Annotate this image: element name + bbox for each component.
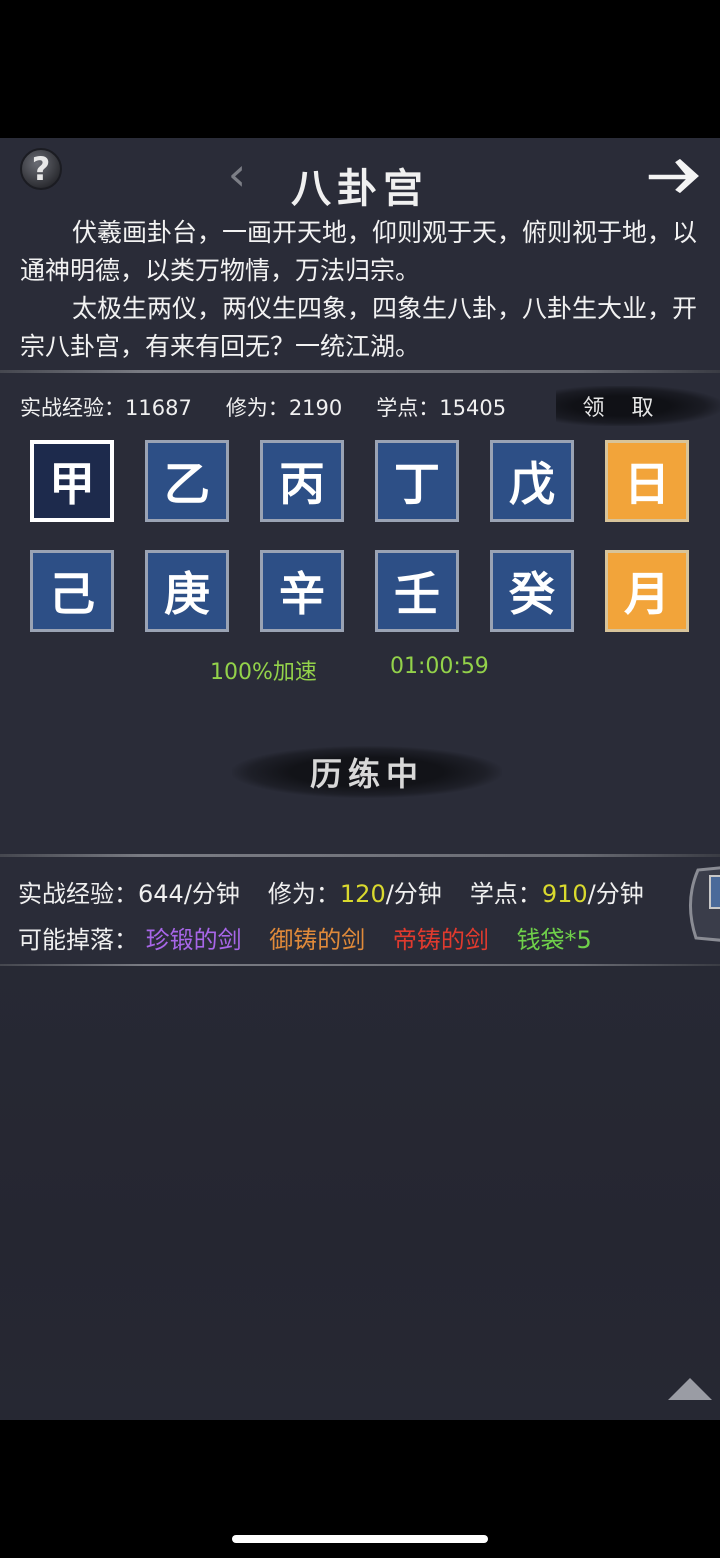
drop-item: 御铸的剑 [269,926,366,954]
cultivation-value: 2190 [288,396,343,420]
trigram-tile[interactable]: 辛 [260,550,344,632]
exp-label: 实战经验： [20,396,125,420]
description-paragraph-2: 太极生两仪，两仪生四象，四象生八卦，八卦生大业，开宗八卦宫，有来有回无？一统江湖… [20,294,698,361]
stats-row: 实战经验：11687 修为：2190 学点：15405 [20,392,506,422]
description: 伏羲画卦台，一画开天地，仰则观于天，俯则视于地，以通神明德，以类万物情，万法归宗… [20,214,700,366]
trigram-tile[interactable]: 月 [605,550,689,632]
cultivation-stat: 修为：2190 [226,392,342,422]
next-arrow-icon[interactable] [644,152,708,200]
trigram-tile[interactable]: 癸 [490,550,574,632]
scroll-tab-icon[interactable] [680,862,720,946]
drop-item: 钱袋*5 [516,926,592,954]
description-paragraph-1: 伏羲画卦台，一画开天地，仰则观于天，俯则视于地，以通神明德，以类万物情，万法归宗… [20,218,698,285]
cultivation-rate-value: 120 [339,880,386,908]
divider [0,370,720,373]
home-indicator[interactable] [232,1535,488,1543]
points-rate-unit: /分钟 [587,880,644,908]
points-value: 15405 [439,396,507,420]
exp-stat: 实战经验：11687 [20,392,192,422]
trigram-tile[interactable]: 日 [605,440,689,522]
trigram-tile[interactable]: 丁 [375,440,459,522]
points-stat: 学点：15405 [376,392,506,422]
trigram-tile[interactable]: 乙 [145,440,229,522]
trigram-tile[interactable]: 甲 [30,440,114,522]
points-rate-label: 学点： [469,880,542,908]
cultivation-label: 修为： [225,396,289,420]
exp-rate-value: 644 [138,880,184,908]
exp-rate-unit: /分钟 [183,880,240,908]
training-status-banner: 历练中 [232,746,502,798]
cultivation-rate-label: 修为： [267,880,340,908]
baguagong-screen: ? ‹ 八卦宫 伏羲画卦台，一画开天地，仰则观于天，俯则视于地，以通神明德，以类… [0,138,720,1420]
points-label: 学点： [376,396,440,420]
page-title: 八卦宫 [291,165,429,212]
trigram-tile[interactable]: 壬 [375,550,459,632]
scroll-up-icon[interactable] [668,1378,712,1400]
trigram-tile[interactable]: 己 [30,550,114,632]
claim-button[interactable]: 领 取 [556,386,720,426]
divider [0,854,720,857]
cultivation-rate-unit: /分钟 [385,880,442,908]
points-rate-value: 910 [541,880,588,908]
exp-rate-label: 实战经验： [18,880,138,908]
trigram-tile[interactable]: 庚 [145,550,229,632]
drop-item: 帝铸的剑 [392,926,489,954]
speed-boost-text: 100%加速 [210,660,317,685]
possible-drops: 可能掉落： 珍锻的剑 御铸的剑 帝铸的剑 钱袋*5 [18,920,612,955]
help-icon[interactable]: ? [20,148,62,190]
exp-value: 11687 [125,396,192,420]
drop-item: 珍锻的剑 [145,926,242,954]
trigram-tile[interactable]: 丙 [260,440,344,522]
training-timer: 01:00:59 [390,654,489,679]
rates-row: 实战经验：644/分钟 修为：120/分钟 学点：910/分钟 [18,874,644,909]
trigram-tile[interactable]: 戊 [490,440,574,522]
lower-panel [0,966,720,1420]
drops-label: 可能掉落： [18,926,138,954]
back-chevron-icon[interactable]: ‹ [222,151,252,197]
